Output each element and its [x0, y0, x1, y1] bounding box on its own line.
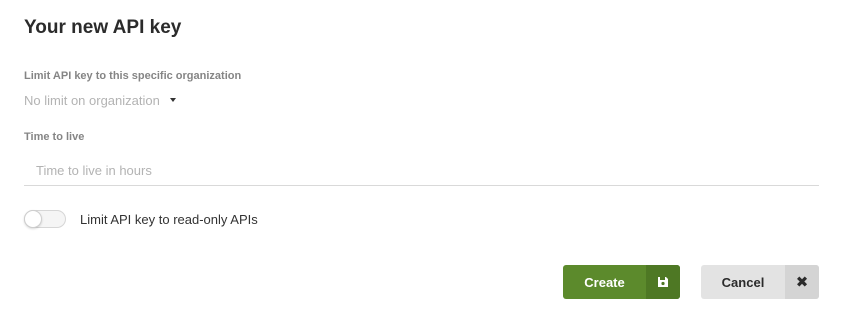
dialog-title: Your new API key	[24, 17, 182, 38]
organization-select-value: No limit on organization	[24, 92, 160, 108]
create-button-label: Create	[584, 274, 625, 290]
cancel-button[interactable]: Cancel ✖	[701, 265, 819, 299]
save-icon	[646, 265, 680, 299]
read-only-toggle[interactable]	[24, 210, 66, 228]
create-button[interactable]: Create	[563, 265, 680, 299]
ttl-input[interactable]	[24, 156, 819, 186]
organization-select[interactable]: No limit on organization	[24, 91, 176, 109]
ttl-label: Time to live	[24, 131, 85, 143]
organization-label: Limit API key to this specific organizat…	[24, 70, 242, 82]
caret-down-icon	[169, 98, 176, 102]
api-key-dialog: Your new API key Limit API key to this s…	[0, 0, 842, 318]
cancel-button-label: Cancel	[721, 274, 765, 290]
read-only-label: Limit API key to read-only APIs	[80, 211, 258, 227]
close-icon: ✖	[785, 265, 819, 299]
read-only-row: Limit API key to read-only APIs	[24, 209, 258, 229]
toggle-knob	[24, 210, 42, 228]
